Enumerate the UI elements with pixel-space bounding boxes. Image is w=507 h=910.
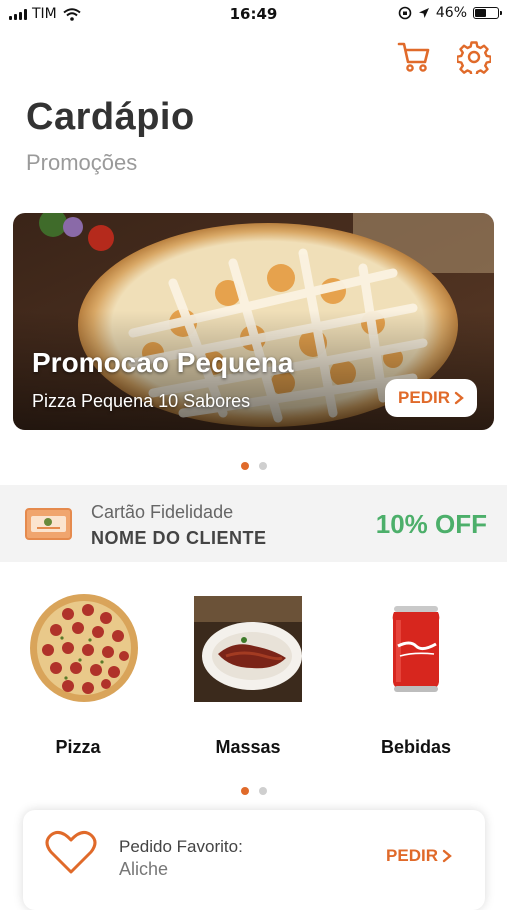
favorite-order-label: PEDIR	[386, 846, 438, 865]
favorite-label: Pedido Favorito:	[119, 837, 243, 856]
promo-banner[interactable]: Promocao Pequena Pizza Pequena 10 Sabore…	[13, 213, 494, 430]
discount-badge: 10% OFF	[375, 509, 487, 539]
heart-icon	[45, 830, 97, 874]
soda-can-thumbnail	[392, 606, 440, 692]
category-bebidas[interactable]: Bebidas	[346, 592, 486, 772]
favorite-order-card[interactable]: Pedido Favorito: Aliche PEDIR	[23, 810, 485, 910]
section-subtitle: Promoções	[26, 150, 138, 175]
loyalty-card-section[interactable]: Cartão Fidelidade NOME DO CLIENTE 10% OF…	[0, 485, 507, 562]
pager-dot[interactable]	[258, 787, 267, 795]
category-massas[interactable]: Massas	[178, 592, 318, 772]
pizza-thumbnail	[30, 594, 138, 702]
chevron-right-icon	[454, 391, 464, 405]
chevron-right-icon	[442, 849, 452, 863]
cart-button[interactable]	[395, 38, 433, 76]
category-label: Pizza	[55, 737, 101, 757]
battery-icon	[473, 7, 502, 19]
cart-icon	[397, 42, 430, 72]
loyalty-label: Cartão Fidelidade	[91, 502, 234, 522]
banner-subtitle: Pizza Pequena 10 Sabores	[32, 391, 251, 411]
location-icon	[418, 8, 429, 18]
rotation-lock-icon	[398, 6, 412, 20]
banner-order-label: PEDIR	[398, 388, 450, 407]
pager-dot-active[interactable]	[240, 787, 249, 795]
banner-pager	[0, 462, 507, 470]
page-title: Cardápio	[26, 96, 195, 138]
pager-dot-active[interactable]	[240, 462, 249, 470]
category-label: Massas	[215, 737, 281, 757]
loyalty-card-icon	[25, 508, 72, 540]
pager-dot[interactable]	[258, 462, 267, 470]
settings-button[interactable]	[455, 38, 493, 76]
favorite-order-button[interactable]: PEDIR	[386, 846, 452, 866]
status-bar: TIM 16:49 46%	[0, 0, 507, 28]
banner-order-button[interactable]: PEDIR	[385, 379, 477, 417]
category-label: Bebidas	[380, 737, 452, 757]
header-actions	[395, 38, 493, 76]
customer-name: NOME DO CLIENTE	[91, 528, 267, 548]
battery-percent: 46%	[435, 5, 467, 21]
category-pager	[0, 787, 507, 795]
gear-icon	[457, 41, 491, 74]
status-right: 46%	[398, 5, 502, 21]
pasta-thumbnail	[194, 596, 302, 702]
category-pizza[interactable]: Pizza	[8, 592, 148, 772]
favorite-value: Aliche	[119, 859, 169, 879]
banner-title: Promocao Pequena	[32, 347, 294, 378]
